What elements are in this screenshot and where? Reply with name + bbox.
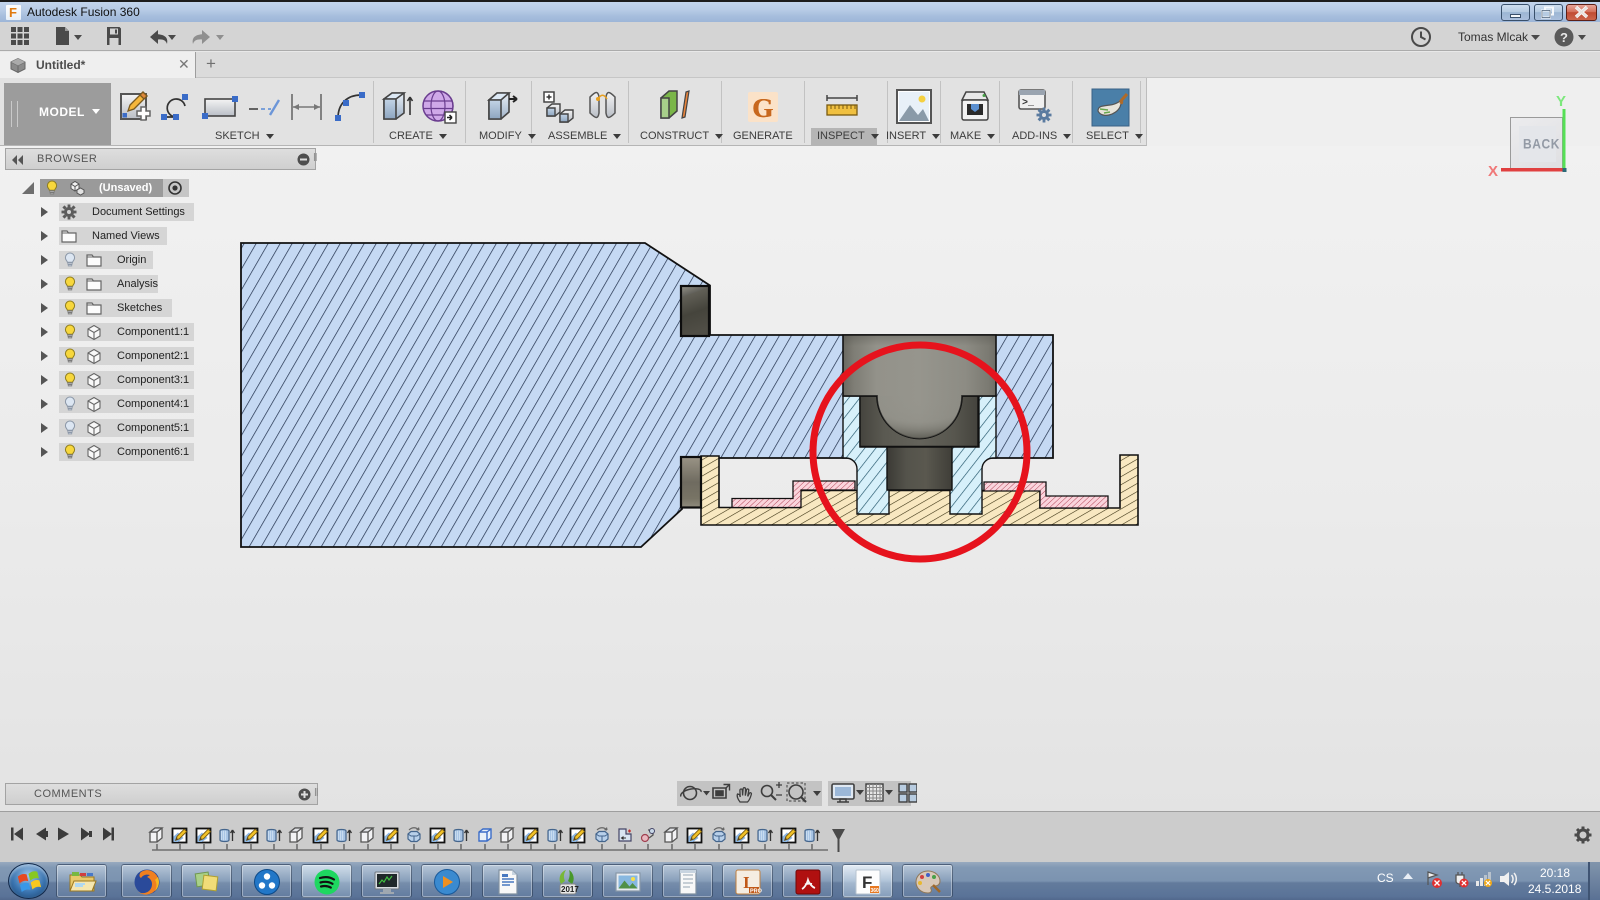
svg-text:G: G xyxy=(753,93,774,123)
svg-text:Y: Y xyxy=(1556,93,1566,110)
svg-text:?: ? xyxy=(1560,30,1568,45)
svg-text:>_: >_ xyxy=(1022,98,1035,109)
svg-text:Tomas Mlcak: Tomas Mlcak xyxy=(1458,30,1529,44)
svg-text:X: X xyxy=(1488,163,1498,180)
